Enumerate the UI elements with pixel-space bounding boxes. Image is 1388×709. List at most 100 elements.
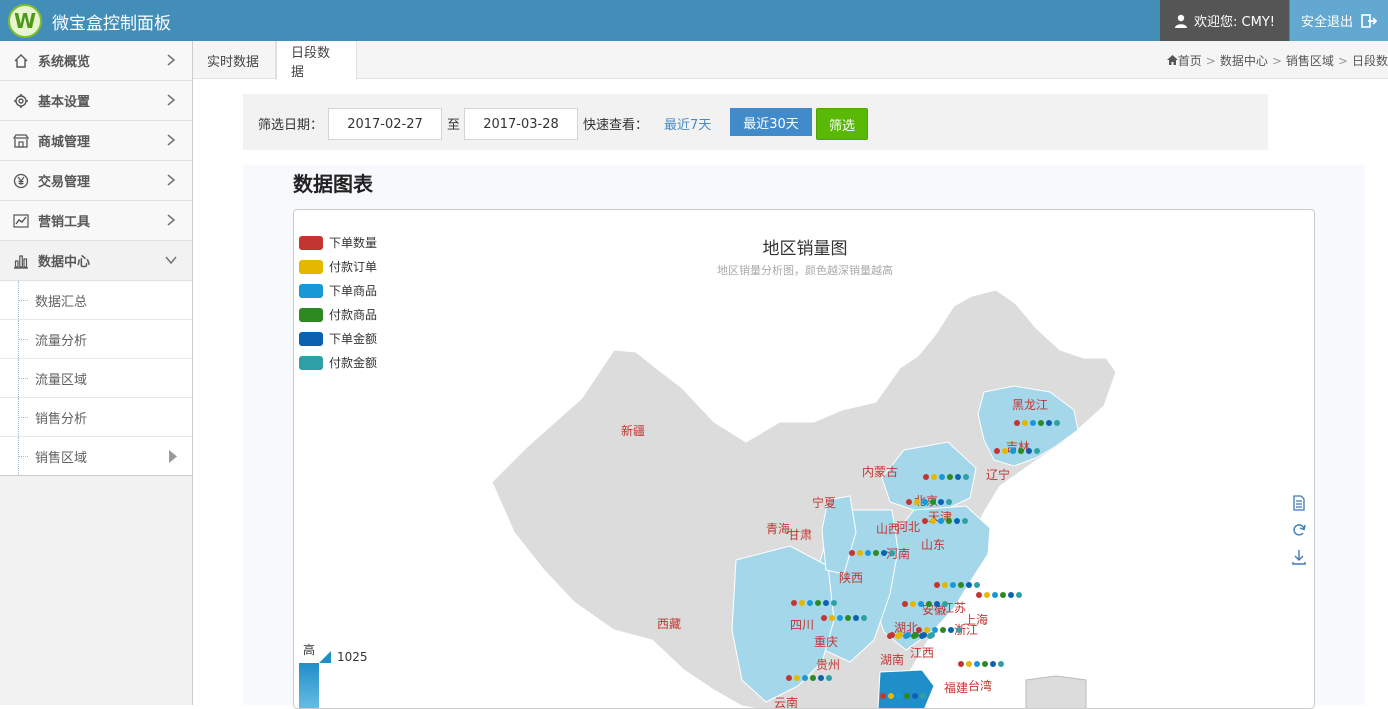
breadcrumb-data-center[interactable]: 数据中心 <box>1220 54 1268 68</box>
region-bubble[interactable] <box>865 550 871 556</box>
region-bubble[interactable] <box>791 600 797 606</box>
breadcrumb-home[interactable]: 首页 <box>1178 54 1202 68</box>
region-bubble[interactable] <box>922 499 928 505</box>
region-bubble[interactable] <box>948 627 954 633</box>
region-bubble[interactable] <box>910 601 916 607</box>
region-bubble[interactable] <box>998 661 1004 667</box>
region-bubble[interactable] <box>807 600 813 606</box>
data-view-icon[interactable] <box>1291 495 1307 511</box>
region-bubble[interactable] <box>932 627 938 633</box>
region-bubble[interactable] <box>831 600 837 606</box>
region-label[interactable]: 陕西 <box>839 569 863 586</box>
region-bubble[interactable] <box>926 601 932 607</box>
last-7-days-link[interactable]: 最近7天 <box>664 114 711 133</box>
region-bubble[interactable] <box>954 518 960 524</box>
region-bubble[interactable] <box>946 518 952 524</box>
region-bubble[interactable] <box>853 615 859 621</box>
region-bubble[interactable] <box>914 499 920 505</box>
region-label[interactable]: 青海 <box>766 520 790 537</box>
region-bubble[interactable] <box>906 499 912 505</box>
sidebar-item-trade[interactable]: 交易管理 <box>0 161 192 201</box>
region-bubble[interactable] <box>799 600 805 606</box>
sidebar-subitem-sales[interactable]: 销售分析 <box>0 398 192 437</box>
region-bubble[interactable] <box>963 474 969 480</box>
region-label[interactable]: 辽宁 <box>986 466 1010 483</box>
region-bubble[interactable] <box>940 627 946 633</box>
region-bubble[interactable] <box>823 600 829 606</box>
region-label[interactable]: 重庆 <box>814 633 838 650</box>
region-bubble[interactable] <box>1008 592 1014 598</box>
region-bubble[interactable] <box>1014 420 1020 426</box>
region-bubble[interactable] <box>1002 448 1008 454</box>
region-bubble[interactable] <box>895 633 901 639</box>
region-bubble[interactable] <box>896 693 902 699</box>
start-date-input[interactable] <box>328 108 442 140</box>
region-bubble[interactable] <box>802 675 808 681</box>
region-bubble[interactable] <box>994 448 1000 454</box>
region-bubble[interactable] <box>939 474 945 480</box>
region-bubble[interactable] <box>837 615 843 621</box>
region-bubble[interactable] <box>912 693 918 699</box>
refresh-icon[interactable] <box>1291 522 1307 538</box>
region-bubble[interactable] <box>955 474 961 480</box>
filter-button[interactable]: 筛选 <box>816 108 868 140</box>
region-bubble[interactable] <box>1000 592 1006 598</box>
region-bubble[interactable] <box>889 550 895 556</box>
region-bubble[interactable] <box>992 592 998 598</box>
region-bubble[interactable] <box>934 601 940 607</box>
region-bubble[interactable] <box>794 675 800 681</box>
download-icon[interactable] <box>1291 549 1307 565</box>
region-bubble[interactable] <box>938 518 944 524</box>
region-bubble[interactable] <box>1030 420 1036 426</box>
visual-map-bar[interactable] <box>299 663 319 708</box>
region-label[interactable]: 山西 <box>876 520 900 537</box>
region-bubble[interactable] <box>966 661 972 667</box>
region-bubble[interactable] <box>821 615 827 621</box>
last-30-days-button[interactable]: 最近30天 <box>730 108 812 136</box>
region-bubble[interactable] <box>845 615 851 621</box>
region-label[interactable]: 云南 <box>774 694 798 708</box>
tab-realtime[interactable]: 实时数据 <box>193 41 276 79</box>
sidebar-subitem-summary[interactable]: 数据汇总 <box>0 281 192 320</box>
region-bubble[interactable] <box>826 675 832 681</box>
region-label[interactable]: 宁夏 <box>812 494 836 511</box>
region-bubble[interactable] <box>982 661 988 667</box>
region-bubble[interactable] <box>950 582 956 588</box>
region-label[interactable]: 贵州 <box>816 656 840 673</box>
region-bubble[interactable] <box>918 601 924 607</box>
region-bubble[interactable] <box>904 693 910 699</box>
region-label[interactable]: 内蒙古 <box>862 463 898 480</box>
region-bubble[interactable] <box>927 633 933 639</box>
end-date-input[interactable] <box>464 108 578 140</box>
region-bubble[interactable] <box>976 592 982 598</box>
region-bubble[interactable] <box>930 499 936 505</box>
region-bubble[interactable] <box>1018 448 1024 454</box>
sidebar-item-marketing[interactable]: 营销工具 <box>0 201 192 241</box>
region-bubble[interactable] <box>1026 448 1032 454</box>
sidebar-item-data-center[interactable]: 数据中心 <box>0 241 192 281</box>
region-bubble[interactable] <box>942 601 948 607</box>
region-label[interactable]: 江西 <box>910 644 934 661</box>
region-bubble[interactable] <box>810 675 816 681</box>
region-bubble[interactable] <box>958 582 964 588</box>
region-bubble[interactable] <box>966 582 972 588</box>
region-bubble[interactable] <box>922 518 928 524</box>
user-welcome[interactable]: 欢迎您: CMY! <box>1160 0 1289 41</box>
sidebar-subitem-traffic[interactable]: 流量分析 <box>0 320 192 359</box>
region-bubble[interactable] <box>962 518 968 524</box>
sidebar-item-settings[interactable]: 基本设置 <box>0 81 192 121</box>
sidebar-item-overview[interactable]: 系统概览 <box>0 41 192 81</box>
region-bubble[interactable] <box>934 582 940 588</box>
region-bubble[interactable] <box>942 582 948 588</box>
region-bubble[interactable] <box>818 675 824 681</box>
region-label[interactable]: 台湾 <box>968 677 992 694</box>
region-label[interactable]: 甘肃 <box>788 526 812 543</box>
region-bubble[interactable] <box>919 633 925 639</box>
region-bubble[interactable] <box>887 633 893 639</box>
region-bubble[interactable] <box>930 518 936 524</box>
region-bubble[interactable] <box>974 582 980 588</box>
region-bubble[interactable] <box>815 600 821 606</box>
region-bubble[interactable] <box>1046 420 1052 426</box>
region-label[interactable]: 湖南 <box>880 651 904 668</box>
region-bubble[interactable] <box>881 550 887 556</box>
